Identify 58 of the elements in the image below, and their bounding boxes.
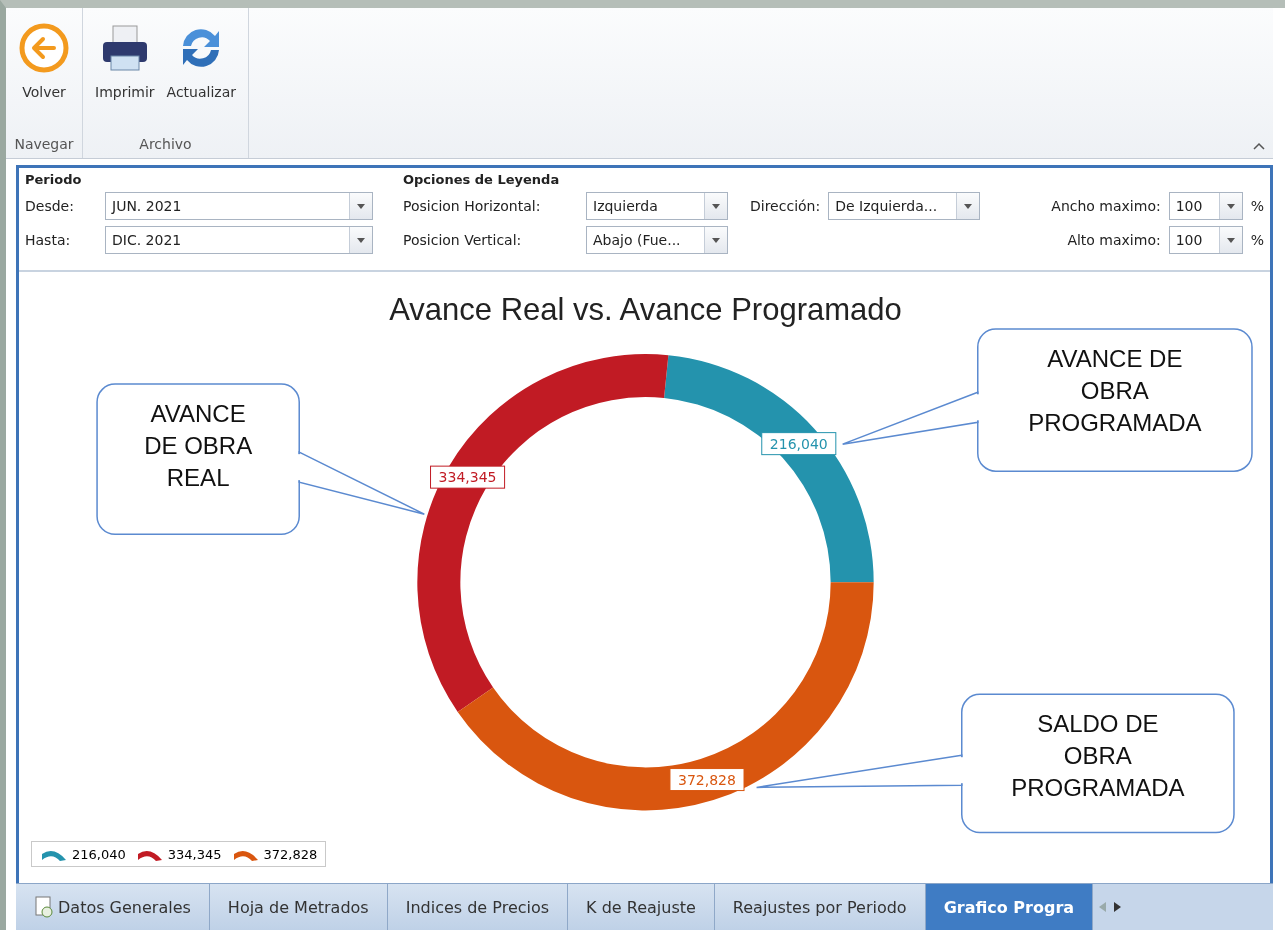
callout-text: OBRA [1063,742,1132,770]
field-label: Dirección: [750,198,821,214]
callout-text: PROGRAMADA [1011,774,1185,802]
callout-text: AVANCE [150,400,246,428]
callout-text: REAL [166,464,230,492]
section-title: Opciones de Leyenda [403,172,561,187]
tab[interactable]: Indices de Precios [387,884,569,930]
callout-text: OBRA [1080,377,1149,405]
field-label: Alto maximo: [1066,232,1161,248]
field-label: Posicion Vertical: [403,232,523,248]
callout-text: DE OBRA [144,432,253,460]
dropdown-field[interactable]: Izquierda [586,192,728,220]
group-label: Archivo [138,136,193,154]
dropdown-field[interactable]: JUN. 2021 [105,192,373,220]
field-label: Posicion Horizontal: [403,198,542,214]
unit-label: % [1250,232,1264,248]
slice-label: 372,828 [678,771,736,788]
legend-label: 216,040 [72,846,126,862]
caret-icon [712,237,720,243]
tab[interactable]: Reajustes por Periodo [714,884,926,930]
caret-icon [357,237,365,243]
ribbon-button[interactable]: Volver [14,18,74,136]
tab[interactable]: Grafico Progra [925,884,1094,930]
document-icon [34,896,54,918]
tab[interactable]: Hoja de Metrados [209,884,388,930]
data-label: 372,828 [669,768,745,792]
tab[interactable]: Datos Generales [16,884,210,930]
legend-label: 334,345 [167,846,222,862]
caret-icon [964,203,973,209]
field-label: Desde: [25,198,75,214]
dropdown-field[interactable]: De Izquierda... [828,192,981,220]
dropdown-field[interactable]: DIC. 2021 [105,226,373,254]
ribbon-button[interactable]: Imprimir [91,18,159,136]
caret-icon [1226,237,1235,243]
field-label: Hasta: [25,232,72,248]
slice-label: 334,345 [438,469,497,486]
dropdown-field[interactable]: 100 [1168,192,1243,220]
dropdown-field[interactable]: 100 [1168,226,1243,254]
caret-icon [1226,203,1235,209]
callout-text: AVANCE DE [1047,345,1183,373]
callout-text: SALDO DE [1037,710,1159,738]
data-label: 216,040 [761,432,837,456]
scroll-right-icon[interactable] [1113,902,1122,912]
unit-label: % [1250,198,1264,214]
legend-label: 372,828 [263,846,318,862]
data-label: 334,345 [430,465,506,489]
field-label: Ancho maximo: [1050,198,1161,214]
callout-text: PROGRAMADA [1028,409,1202,437]
tab[interactable]: K de Reajuste [568,884,715,930]
dropdown-field[interactable]: Abajo (Fue... [586,226,728,254]
slice-label: 216,040 [769,435,828,452]
section-title: Periodo [25,172,83,187]
caret-icon [712,203,720,209]
group-label: Navegar [14,136,74,154]
caret-icon [357,203,365,209]
ribbon-button[interactable]: Actualizar [162,18,241,136]
collapse-icon[interactable] [1253,142,1265,150]
chart-title: Avance Real vs. Avance Programado [389,292,902,328]
